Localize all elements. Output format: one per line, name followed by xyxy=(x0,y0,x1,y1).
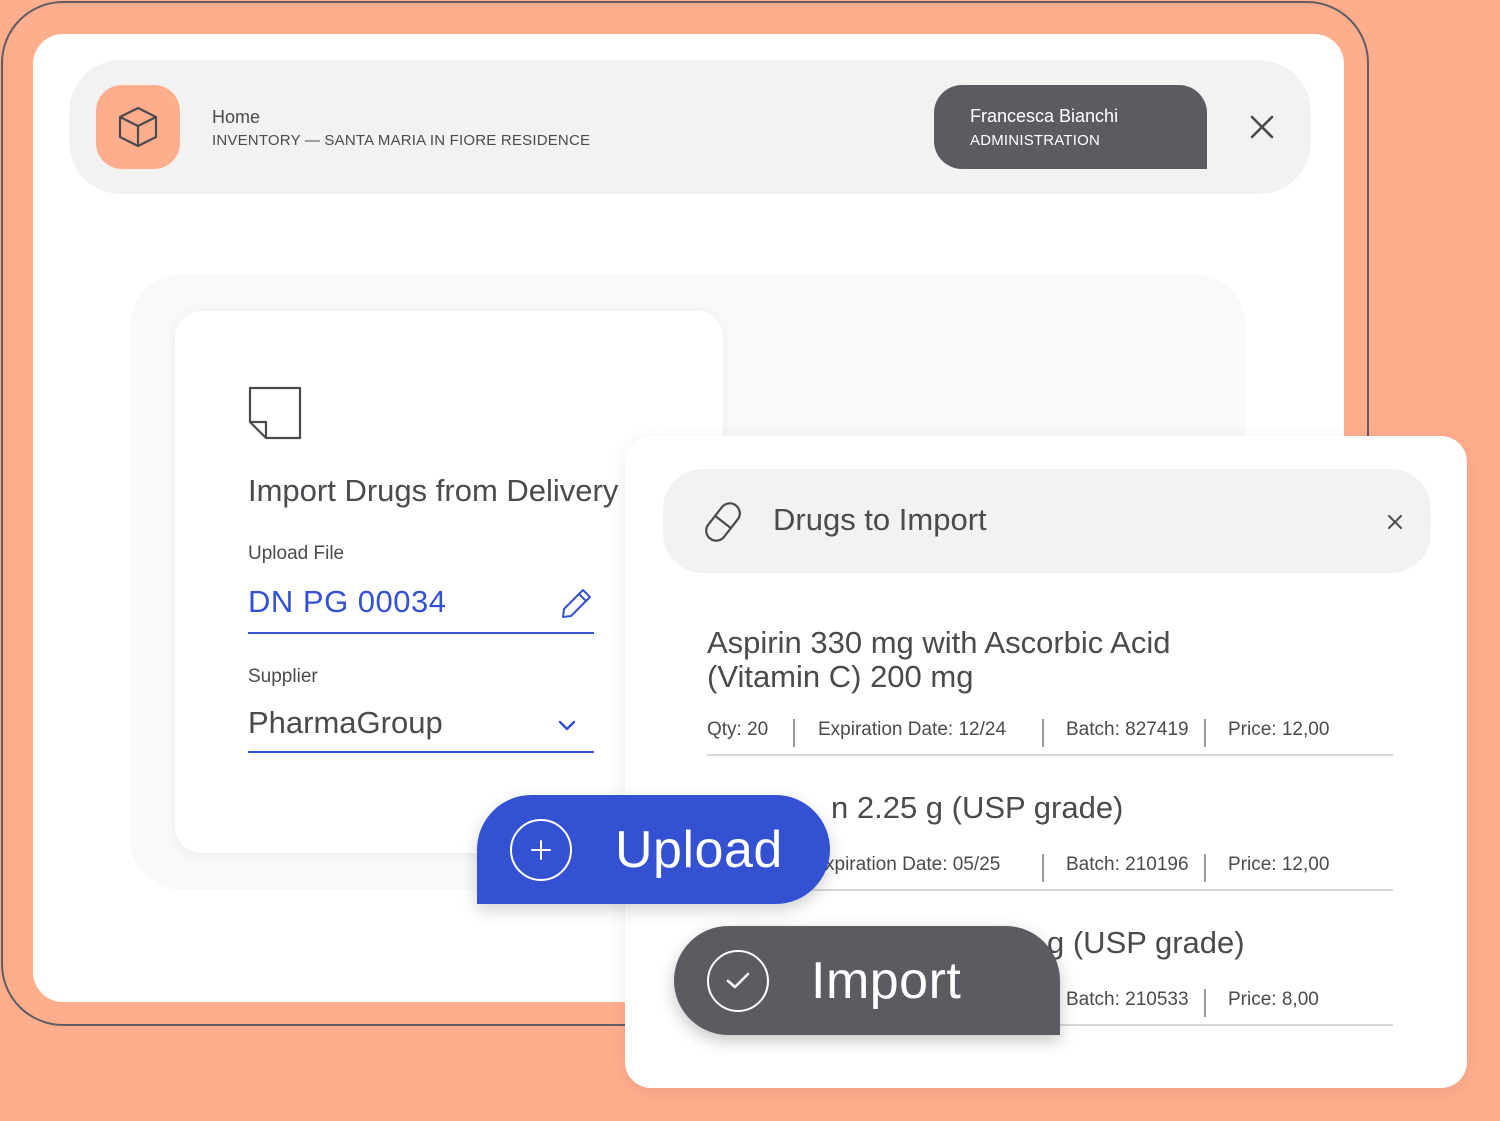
upload-file-value: DN PG 00034 xyxy=(248,584,447,619)
chevron-down-icon[interactable] xyxy=(558,719,576,737)
drug-batch: Batch: 210533 xyxy=(1066,989,1189,1010)
close-icon[interactable] xyxy=(1382,509,1408,535)
upload-file-label: Upload File xyxy=(248,543,345,564)
drug-batch: Batch: 210196 xyxy=(1066,854,1189,875)
pencil-icon[interactable] xyxy=(560,586,594,625)
drug-price: Price: 12,00 xyxy=(1228,719,1330,740)
upload-button-label: Upload xyxy=(615,821,783,879)
drug-batch: Batch: 827419 xyxy=(1066,719,1189,740)
drug-expiration: Expiration Date: 12/24 xyxy=(818,719,1007,740)
cube-icon[interactable] xyxy=(96,85,180,169)
drug-price: Price: 12,00 xyxy=(1228,854,1330,875)
import-title: Import Drugs from Delivery xyxy=(248,473,619,508)
separator xyxy=(1204,854,1206,882)
upload-button[interactable]: Upload xyxy=(477,795,830,904)
separator xyxy=(793,719,795,747)
drugs-panel-header: Drugs to Import xyxy=(663,469,1431,573)
drug-name: Aspirin 330 mg with Ascorbic Acid (Vitam… xyxy=(707,625,1171,694)
import-button[interactable]: Import xyxy=(674,926,1060,1035)
user-badge[interactable]: Francesca Bianchi ADMINISTRATION xyxy=(934,85,1207,169)
import-button-label: Import xyxy=(811,952,962,1010)
document-icon xyxy=(247,385,303,446)
close-icon[interactable] xyxy=(1247,112,1277,142)
separator xyxy=(1204,719,1206,747)
pill-icon xyxy=(703,499,743,550)
check-circle-icon xyxy=(707,950,769,1012)
supplier-select[interactable]: PharmaGroup xyxy=(248,699,594,753)
supplier-value: PharmaGroup xyxy=(248,705,443,740)
drug-expiration: xpiration Date: 05/25 xyxy=(825,854,1001,875)
separator xyxy=(1204,989,1206,1017)
drug-price: Price: 8,00 xyxy=(1228,989,1319,1010)
drugs-panel-title: Drugs to Import xyxy=(773,502,987,537)
separator xyxy=(1042,854,1044,882)
plus-circle-icon xyxy=(510,819,572,881)
upload-file-field[interactable]: DN PG 00034 xyxy=(248,576,594,634)
breadcrumb-path: INVENTORY — SANTA MARIA IN FIORE RESIDEN… xyxy=(212,132,591,149)
separator xyxy=(1042,719,1044,747)
drug-qty: Qty: 20 xyxy=(707,719,769,740)
user-role: ADMINISTRATION xyxy=(970,132,1101,149)
supplier-label: Supplier xyxy=(248,666,318,687)
user-name: Francesca Bianchi xyxy=(970,106,1119,126)
top-bar: Home INVENTORY — SANTA MARIA IN FIORE RE… xyxy=(69,60,1311,194)
list-item[interactable]: Aspirin 330 mg with Ascorbic Acid (Vitam… xyxy=(707,626,1393,756)
breadcrumb-home[interactable]: Home xyxy=(212,107,260,128)
